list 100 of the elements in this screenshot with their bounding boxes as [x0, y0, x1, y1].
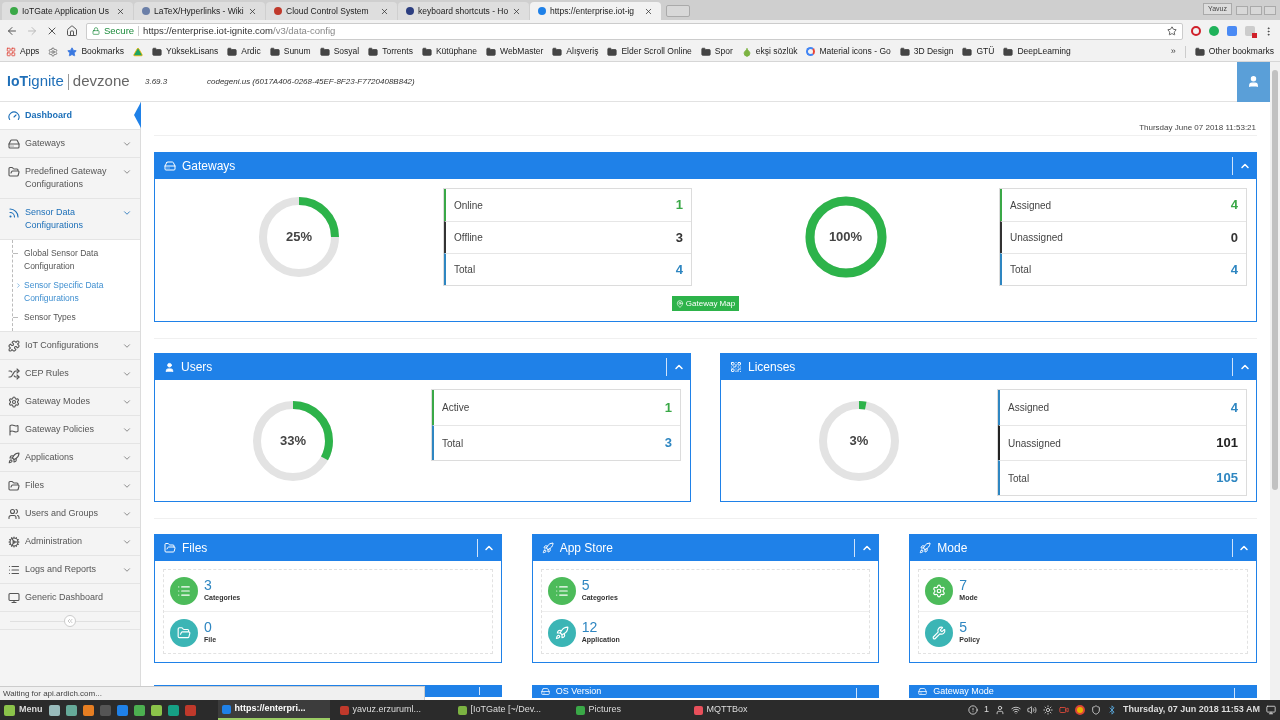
bookmark[interactable]	[48, 46, 59, 57]
user-menu-button[interactable]	[1237, 62, 1270, 102]
bookmark[interactable]: Bookmarks	[67, 45, 124, 58]
taskbar-window[interactable]: [IoTGate [~/Dev...	[453, 700, 566, 720]
bookmark[interactable]: Apps	[6, 45, 40, 58]
list-icon	[554, 583, 569, 598]
folder-icon	[269, 46, 280, 57]
google-icon	[806, 47, 816, 56]
taskbar-window[interactable]: yavuz.erzuruml...	[335, 700, 448, 720]
browser-tab[interactable]: LaTeX/Hyperlinks - Wiki	[134, 2, 265, 20]
bookmark[interactable]: DeepLearning	[1003, 45, 1071, 58]
extension-icon[interactable]	[1245, 26, 1255, 36]
taskbar-window[interactable]: MQTTBox	[689, 700, 802, 720]
back-icon[interactable]	[6, 25, 18, 37]
sidebar-item[interactable]: Users and Groups	[0, 500, 140, 528]
launcher-icon[interactable]	[82, 704, 94, 716]
sidebar-item[interactable]: Files	[0, 472, 140, 500]
bookmark[interactable]: Alışveriş	[552, 45, 599, 58]
bookmark[interactable]: YüksekLisans	[151, 45, 219, 58]
sidebar-item[interactable]: Predefined Gateway Configurations	[0, 158, 140, 199]
sidebar-item[interactable]: Gateways	[0, 130, 140, 158]
bookmark[interactable]: Spor	[700, 45, 733, 58]
taskbar-window[interactable]: https://enterpri...	[217, 700, 330, 720]
menu-button[interactable]: Menu	[4, 703, 43, 717]
launcher-icon[interactable]	[150, 704, 162, 716]
bookmark[interactable]: Elder Scroll Online	[607, 45, 692, 58]
user-icon	[164, 361, 175, 373]
sidebar-subitem[interactable]: Sensor Types	[13, 308, 140, 327]
browser-tab[interactable]: IoTGate Application Us	[2, 2, 133, 20]
sidebar-item[interactable]: CEP Rules	[0, 360, 140, 388]
chevron-down-icon	[122, 208, 132, 218]
bookmark[interactable]: GTÜ	[962, 45, 995, 58]
list-icon	[8, 564, 20, 576]
sidebar-item[interactable]: Generic Dashboard	[0, 584, 140, 612]
percent-label: 33%	[280, 431, 306, 450]
metric-value: 5	[959, 619, 969, 636]
users-icon	[8, 508, 20, 520]
bookmark[interactable]: Ardic	[227, 45, 261, 58]
drive-icon	[164, 160, 176, 172]
overflow-chevron[interactable]: »	[1170, 44, 1176, 59]
favicon-icon	[10, 7, 18, 15]
rocket-icon	[8, 452, 20, 464]
bookmark[interactable]: Kütüphane	[421, 45, 477, 58]
launcher-icon[interactable]	[133, 704, 145, 716]
sidebar-item[interactable]: IoT Configurations	[0, 332, 140, 360]
metric-value: 5	[581, 577, 591, 594]
metric-value: 12	[581, 619, 599, 636]
browser-tab[interactable]: keyboard shortcuts - Ho	[398, 2, 529, 20]
bookmark[interactable]: 3D Design	[899, 45, 954, 58]
sidebar-subitem[interactable]: Sensor Specific Data Configurations	[13, 276, 140, 308]
launcher-icon[interactable]	[48, 704, 60, 716]
panel-title: App Store	[559, 540, 614, 557]
taskbar-window[interactable]: Pictures	[571, 700, 684, 720]
stat-label: Total	[454, 263, 476, 277]
sidebar-item[interactable]: Applications	[0, 444, 140, 472]
folder-icon	[8, 480, 20, 492]
active-pointer	[134, 102, 141, 128]
sidebar-item[interactable]: Dashboard	[0, 102, 140, 130]
launcher-icon[interactable]	[65, 704, 77, 716]
map-pin-icon	[675, 299, 684, 308]
percent-label: 100%	[828, 228, 863, 247]
address-bar[interactable]: Secure https://enterprise.iot-ignite.com/v3/data-config	[86, 22, 1183, 40]
bluetooth-icon	[1106, 705, 1117, 715]
launcher-icon[interactable]	[167, 704, 179, 716]
home-icon[interactable]	[66, 25, 78, 37]
chevron-down-icon	[122, 167, 132, 177]
bookmark[interactable]: Sosyal	[319, 45, 360, 58]
sidebar-item[interactable]: Administration	[0, 528, 140, 556]
shield-icon	[1090, 705, 1101, 715]
bookmark-star-icon[interactable]	[1167, 26, 1177, 36]
sidebar-item[interactable]: Gateway Modes	[0, 388, 140, 416]
user-icon	[994, 705, 1005, 715]
collapse-sidebar-button[interactable]	[64, 614, 76, 627]
sidebar-item[interactable]: Logs and Reports	[0, 556, 140, 584]
sidebar-subitem[interactable]: Global Sensor Data Configuration	[13, 244, 140, 276]
drop-icon	[741, 46, 752, 57]
bookmark[interactable]: Torrents	[368, 45, 413, 58]
browser-tab[interactable]: Cloud Control System	[266, 2, 397, 20]
bookmark[interactable]	[132, 46, 143, 57]
bookmark[interactable]: Material icons - Go	[806, 45, 891, 58]
drive-icon	[540, 687, 550, 696]
browser-icon	[1074, 705, 1085, 715]
favicon-icon	[406, 7, 414, 15]
stat-label: Total	[1010, 263, 1032, 277]
drive-icon	[918, 687, 928, 696]
launcher-icon[interactable]	[116, 704, 128, 716]
folder-icon	[368, 46, 379, 57]
bookmark[interactable]: WebMaster	[486, 45, 544, 58]
bookmark[interactable]: Other bookmarks	[1194, 45, 1274, 58]
new-tab-button[interactable]	[666, 5, 690, 17]
stat-value: 1	[664, 398, 672, 417]
stop-icon[interactable]	[46, 25, 58, 37]
sidebar-item[interactable]: Gateway Policies	[0, 416, 140, 444]
monitor-icon	[8, 592, 20, 604]
browser-tab[interactable]: https://enterprise.iot-ig	[530, 2, 661, 20]
bookmark[interactable]: ekşi sözlük	[741, 45, 798, 58]
bookmark[interactable]: Sunum	[269, 45, 311, 58]
stat-value: 3	[675, 228, 683, 247]
puzzle-icon	[8, 340, 20, 352]
stat-value: 4	[1230, 196, 1238, 215]
